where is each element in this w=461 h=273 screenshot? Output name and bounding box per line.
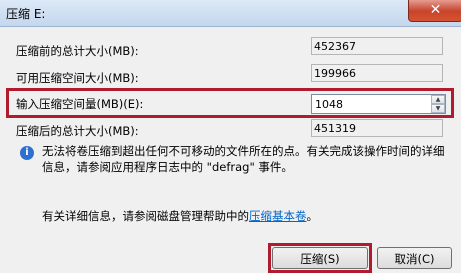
window-title: 压缩 E: [6, 7, 46, 21]
total-before-label: 压缩前的总计大小(MB): [16, 44, 139, 58]
help-line: 有关详细信息，请参阅磁盘管理帮助中的压缩基本卷。 [42, 208, 318, 224]
spin-up-button[interactable]: ▲ [431, 95, 445, 104]
close-button[interactable]: ✕ [408, 0, 461, 22]
shrink-amount-spinner[interactable]: ▲ ▼ [311, 94, 446, 114]
spin-down-button[interactable]: ▼ [431, 104, 445, 113]
total-before-value: 452367 [311, 37, 443, 55]
help-prefix: 有关详细信息，请参阅磁盘管理帮助中的 [42, 209, 249, 223]
shrink-amount-input[interactable] [312, 95, 433, 113]
title-bar: 压缩 E: ✕ [0, 0, 461, 27]
info-message: 无法将卷压缩到超出任何不可移动的文件所在的点。有关完成该操作时间的详细信息，请参… [42, 144, 445, 174]
close-icon: ✕ [429, 2, 442, 18]
shrink-basic-volume-link[interactable]: 压缩基本卷 [249, 209, 307, 223]
shrink-amount-label: 输入压缩空间量(MB)(E): [16, 97, 144, 111]
help-suffix: 。 [306, 209, 319, 223]
total-after-value: 451319 [311, 119, 443, 137]
info-icon: i [20, 146, 34, 160]
available-space-value: 199966 [311, 64, 443, 82]
total-after-label: 压缩后的总计大小(MB): [16, 124, 139, 138]
available-space-label: 可用压缩空间大小(MB): [16, 71, 139, 85]
